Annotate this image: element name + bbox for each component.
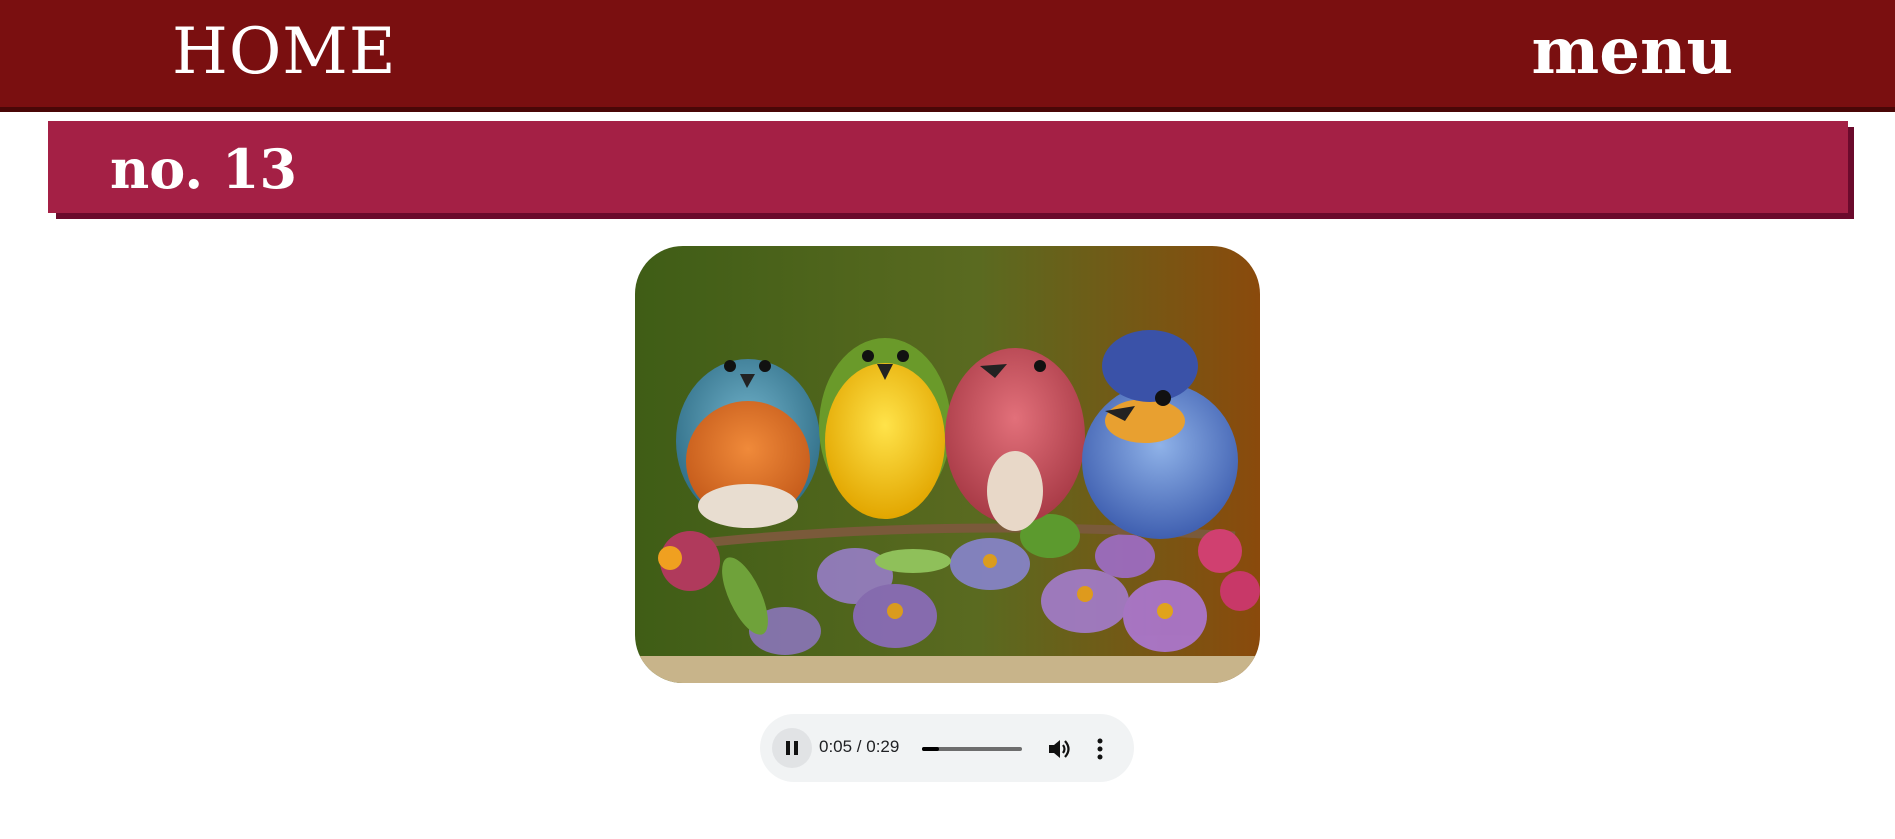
page-title: no. 13 [110, 137, 298, 201]
more-options-button[interactable] [1090, 736, 1110, 762]
pause-icon-bar [794, 741, 798, 755]
more-vert-icon [1097, 738, 1103, 760]
birds-picture [635, 246, 1260, 683]
volume-icon [1049, 740, 1070, 758]
pause-button[interactable] [772, 728, 812, 768]
volume-button[interactable] [1046, 736, 1072, 762]
progress-slider[interactable] [922, 747, 1022, 751]
title-band: no. 13 [48, 121, 1848, 213]
menu-button[interactable]: menu [1532, 14, 1734, 91]
progress-fill [922, 747, 940, 751]
time-display: 0:05 / 0:29 [819, 737, 900, 756]
audio-player: 0:05 / 0:29 [760, 714, 1134, 782]
home-link[interactable]: HOME [172, 14, 397, 91]
top-nav-bar: HOME menu [0, 0, 1895, 112]
pause-icon [786, 741, 790, 755]
